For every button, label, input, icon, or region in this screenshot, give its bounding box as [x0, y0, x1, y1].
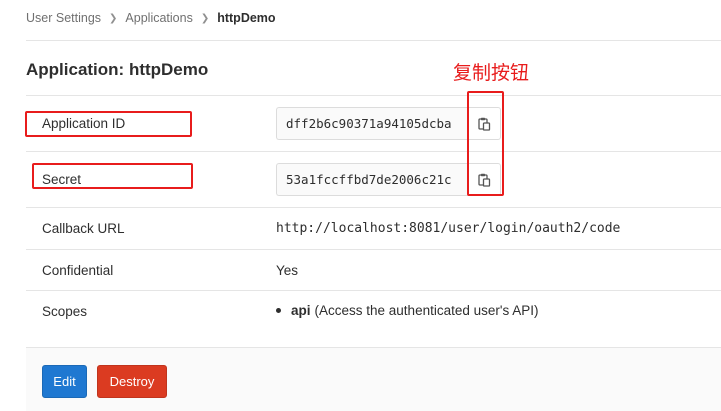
edit-button[interactable]: Edit	[42, 365, 87, 398]
highlight-application-id-label	[25, 111, 192, 137]
header-divider	[26, 40, 721, 41]
confidential-label: Confidential	[42, 263, 114, 278]
chevron-right-icon: ❯	[109, 12, 118, 24]
row-divider	[26, 151, 721, 152]
bullet-icon	[276, 308, 281, 313]
highlight-secret-label	[32, 163, 193, 189]
scope-name: api	[291, 303, 311, 318]
application-id-field[interactable]: dff2b6c90371a94105dcba	[276, 107, 468, 140]
chevron-right-icon: ❯	[200, 12, 210, 24]
row-divider	[26, 290, 721, 291]
breadcrumb-user-settings[interactable]: User Settings	[26, 11, 101, 25]
row-divider	[26, 249, 721, 250]
form-actions: Edit Destroy	[26, 347, 721, 411]
callback-url-value: http://localhost:8081/user/login/oauth2/…	[276, 221, 621, 236]
title-divider	[26, 95, 721, 96]
callback-url-label: Callback URL	[42, 221, 125, 236]
row-divider	[26, 207, 721, 208]
page-title: Application: httpDemo	[26, 60, 209, 79]
copy-button-annotation: 复制按钮	[453, 62, 530, 84]
confidential-value: Yes	[276, 263, 299, 278]
breadcrumb-applications[interactable]: Applications	[125, 11, 192, 25]
highlight-copy-buttons	[467, 91, 504, 196]
breadcrumb: User Settings ❯ Applications ❯ httpDemo	[26, 11, 276, 25]
secret-field[interactable]: 53a1fccffbd7de2006c21c	[276, 163, 468, 196]
scopes-label: Scopes	[42, 304, 88, 319]
scope-list-item: api (Access the authenticated user's API…	[276, 303, 538, 318]
scope-description: (Access the authenticated user's API)	[314, 303, 539, 318]
destroy-button[interactable]: Destroy	[97, 365, 167, 398]
breadcrumb-current: httpDemo	[217, 11, 276, 25]
